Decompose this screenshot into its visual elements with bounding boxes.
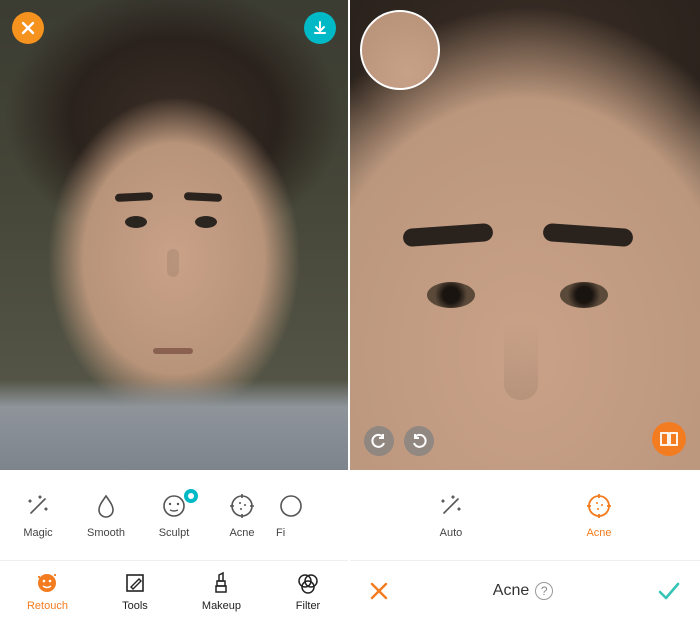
editor-panel-acne: Auto Acne Acne ? [350, 0, 700, 620]
tool-acne-manual[interactable]: Acne [565, 491, 633, 539]
tool-label: Smooth [87, 527, 125, 539]
confirm-button[interactable] [656, 578, 682, 604]
photo-canvas[interactable] [0, 0, 348, 470]
nav-label: Retouch [27, 600, 68, 612]
droplet-icon [91, 491, 121, 521]
redo-button[interactable] [404, 426, 434, 456]
retouch-tool-row[interactable]: Magic Smooth Sculpt Acne Fi [0, 470, 348, 560]
nav-label: Filter [296, 600, 320, 612]
cancel-button[interactable] [368, 580, 390, 602]
magic-wand-icon [23, 491, 53, 521]
new-badge [184, 489, 198, 503]
tool-sculpt[interactable]: Sculpt [140, 491, 208, 539]
undo-button[interactable] [364, 426, 394, 456]
close-icon [21, 21, 35, 35]
acne-target-icon [227, 491, 257, 521]
compare-button[interactable] [652, 422, 686, 456]
tool-acne[interactable]: Acne [208, 491, 276, 539]
nav-tools[interactable]: Tools [122, 570, 148, 612]
acne-target-icon [584, 491, 614, 521]
magic-wand-icon [436, 491, 466, 521]
acne-confirm-bar: Acne ? [350, 560, 700, 620]
tool-title-group: Acne ? [493, 582, 553, 600]
nav-label: Tools [122, 600, 148, 612]
editor-panel-main: Magic Smooth Sculpt Acne Fi [0, 0, 350, 620]
retouch-face-icon [34, 570, 60, 596]
nav-makeup[interactable]: Makeup [202, 570, 241, 612]
acne-tool-row: Auto Acne [350, 470, 700, 560]
tool-magic[interactable]: Magic [4, 491, 72, 539]
nav-filter[interactable]: Filter [295, 570, 321, 612]
nav-retouch[interactable]: Retouch [27, 570, 68, 612]
tool-firm-partial[interactable]: Fi [276, 491, 318, 539]
photo-canvas-zoom[interactable] [350, 0, 700, 470]
tool-smooth[interactable]: Smooth [72, 491, 140, 539]
close-icon [368, 580, 390, 602]
lipstick-icon [208, 570, 234, 596]
check-icon [656, 578, 682, 604]
magnifier-loupe [360, 10, 440, 90]
tool-title: Acne [493, 582, 529, 600]
download-icon [312, 20, 328, 36]
tool-label: Fi [276, 527, 285, 539]
tool-auto[interactable]: Auto [417, 491, 485, 539]
compare-split-icon [659, 429, 679, 449]
nav-label: Makeup [202, 600, 241, 612]
tool-label: Magic [23, 527, 52, 539]
tool-label: Auto [440, 527, 463, 539]
redo-icon [411, 433, 427, 449]
tool-label: Sculpt [159, 527, 190, 539]
undo-redo-group [364, 426, 434, 456]
tool-label: Acne [229, 527, 254, 539]
save-button[interactable] [304, 12, 336, 44]
tool-label: Acne [586, 527, 611, 539]
help-button[interactable]: ? [535, 582, 553, 600]
circle-icon [276, 491, 306, 521]
close-button[interactable] [12, 12, 44, 44]
undo-icon [371, 433, 387, 449]
edit-square-icon [122, 570, 148, 596]
bottom-nav: Retouch Tools Makeup Filter [0, 560, 348, 620]
filter-circles-icon [295, 570, 321, 596]
